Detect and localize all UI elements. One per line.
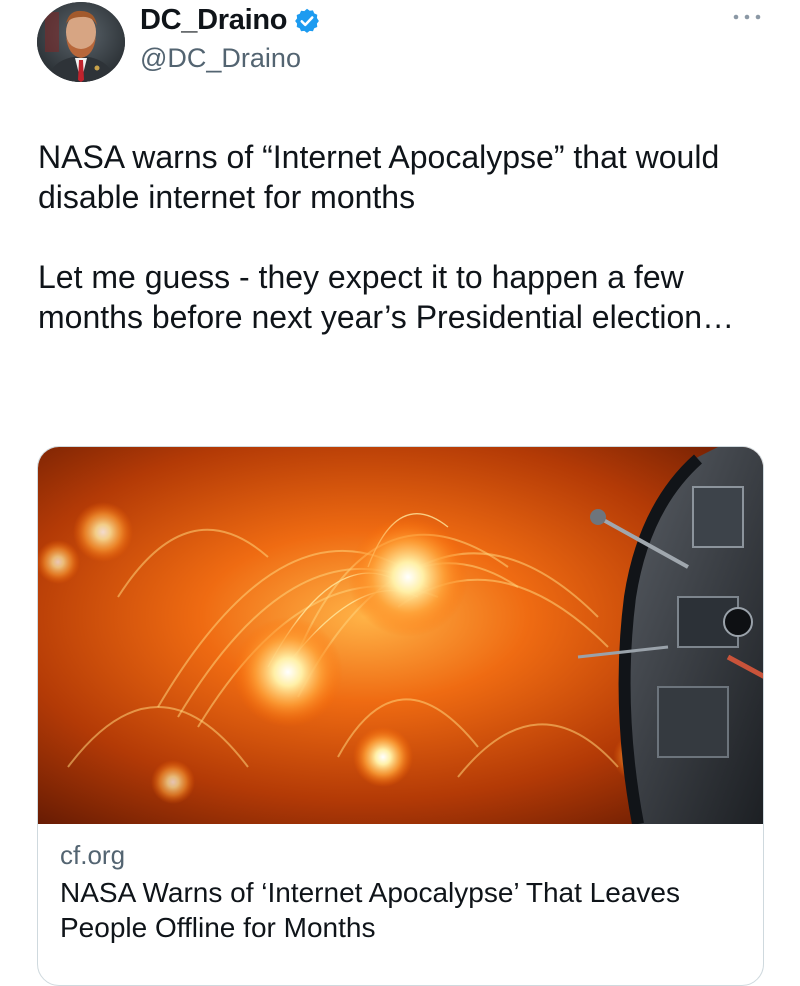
- tweet-text: NASA warns of “Internet Apocalypse” that…: [38, 137, 758, 337]
- tweet-paragraph: Let me guess - they expect it to happen …: [38, 259, 735, 335]
- tweet-paragraph: NASA warns of “Internet Apocalypse” that…: [38, 139, 720, 215]
- card-title[interactable]: NASA Warns of ‘Internet Apocalypse’ That…: [60, 875, 750, 945]
- card-domain: cf.org: [60, 840, 126, 870]
- card-image[interactable]: [38, 447, 763, 826]
- author-handle[interactable]: @DC_Draino: [140, 43, 301, 74]
- author-name-row[interactable]: DC_Draino: [140, 4, 321, 37]
- verified-badge-icon: [293, 7, 321, 35]
- avatar[interactable]: [37, 2, 125, 82]
- author-display-name[interactable]: DC_Draino: [140, 4, 287, 37]
- more-options-icon[interactable]: [730, 10, 764, 24]
- link-preview-card[interactable]: cf.org NASA Warns of ‘Internet Apocalyps…: [37, 446, 764, 986]
